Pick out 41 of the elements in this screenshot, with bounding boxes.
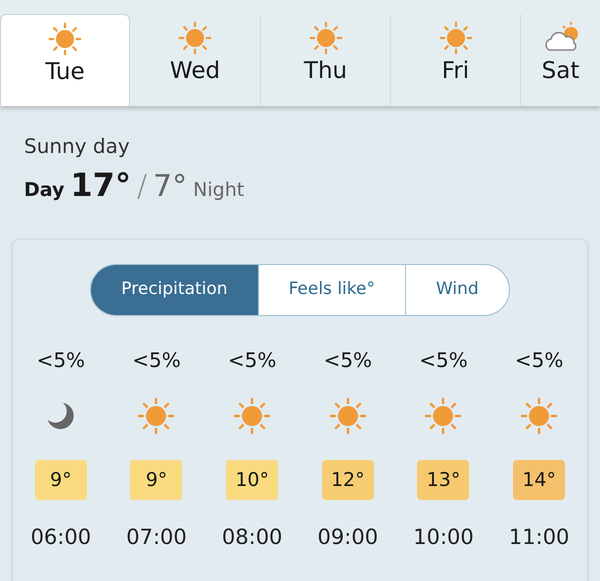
precipitation-chance: <5% <box>324 350 372 370</box>
sun-icon <box>308 20 344 56</box>
precipitation-chance: <5% <box>514 350 564 370</box>
hour-label: 07:00 <box>126 524 187 551</box>
sun-icon <box>47 21 83 57</box>
sun-icon <box>519 396 560 436</box>
day-temperature: 17° <box>70 165 131 206</box>
sun-icon <box>438 20 474 56</box>
precipitation-chance: <5% <box>419 350 468 370</box>
precipitation-chance: <5% <box>132 350 181 370</box>
hour-label: 08:00 <box>222 524 282 551</box>
hour-label: 09:00 <box>318 524 378 551</box>
sun-icon <box>136 396 176 436</box>
day-label: Day <box>24 178 64 203</box>
day-tab[interactable]: Thu <box>260 14 390 106</box>
sun-icon <box>177 20 213 56</box>
hour-label: 06:00 <box>30 524 92 551</box>
temperature-badge: 14° <box>513 460 566 500</box>
day-tab[interactable]: Tue <box>0 14 130 106</box>
precipitation-chance: <5% <box>36 350 86 370</box>
night-temperature: 7° <box>153 168 188 206</box>
sun-icon <box>423 396 464 436</box>
hour-label: 11:00 <box>508 524 570 551</box>
hour-label: 10:00 <box>413 524 474 551</box>
day-tab[interactable]: Fri <box>390 14 520 106</box>
mode-tab[interactable]: Precipitation <box>91 265 258 315</box>
mode-tab[interactable]: Wind <box>404 265 509 315</box>
separator: / <box>136 168 148 206</box>
temperature-badge: 12° <box>322 460 374 500</box>
day-tab[interactable]: Sat <box>520 14 600 106</box>
temperature-badge: 13° <box>417 460 470 500</box>
temperature-badge: 9° <box>130 460 182 500</box>
precipitation-chance: <5% <box>228 350 276 370</box>
day-tab[interactable]: Wed <box>130 14 260 106</box>
temperature-badge: 9° <box>34 460 87 500</box>
weather-description: Sunny day <box>24 134 131 159</box>
sun-icon <box>328 396 368 436</box>
night-label: Night <box>193 178 244 203</box>
mode-tab[interactable]: Feels like° <box>258 265 405 315</box>
sun-icon <box>232 396 272 436</box>
temperature-badge: 10° <box>226 460 278 500</box>
